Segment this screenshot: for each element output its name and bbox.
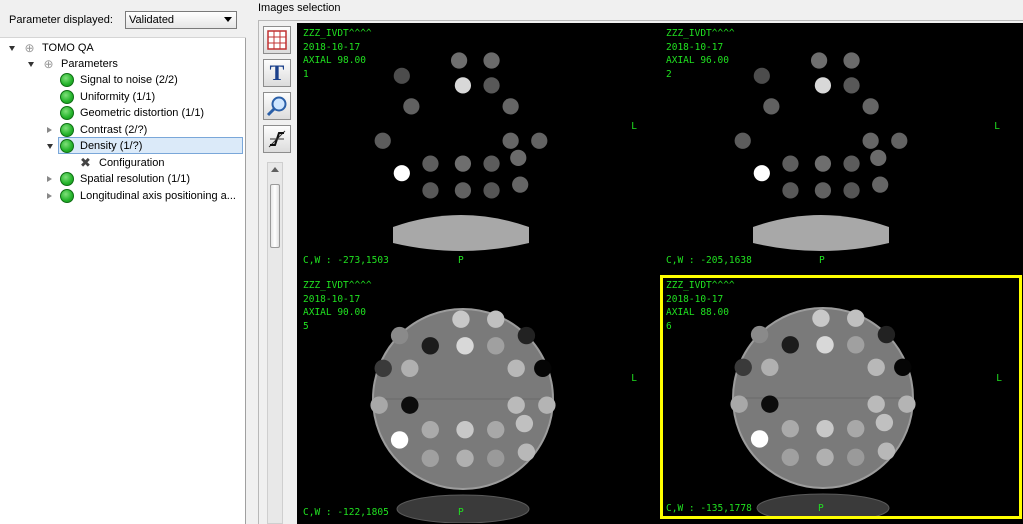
tree-item-label: Geometric distortion (1/1) [80, 107, 205, 119]
grid-icon [267, 30, 287, 50]
slice-position: AXIAL 96.00 [666, 55, 729, 66]
node-icon: ⊕ [24, 40, 35, 55]
zoom-button[interactable] [263, 92, 291, 120]
images-selection-title: Images selection [258, 2, 341, 14]
slice-position: AXIAL 88.00 [666, 307, 729, 318]
study-date: 2018-10-17 [666, 41, 724, 53]
toolbar-scrollbar[interactable] [267, 162, 283, 524]
tree-item-label: Density (1/?) [80, 139, 143, 152]
tile-info: ZZZ_IVDT^^^^ 2018-10-17 AXIAL 96.00 2 [666, 27, 735, 81]
status-ok-icon [60, 90, 74, 104]
magnifier-icon [266, 96, 287, 117]
image-tile-1[interactable]: ZZZ_IVDT^^^^ 2018-10-17 AXIAL 98.00 1 L … [297, 23, 657, 271]
window-level-button[interactable] [263, 125, 291, 153]
patient-name: ZZZ_IVDT^^^^ [303, 28, 372, 39]
orientation-bottom: P [458, 506, 464, 518]
tree-root-label: TOMO QA [42, 42, 94, 54]
status-ok-icon [60, 189, 74, 203]
study-date: 2018-10-17 [303, 41, 361, 53]
parameter-displayed-value: Validated [129, 14, 175, 26]
image-tile-2[interactable]: ZZZ_IVDT^^^^ 2018-10-17 AXIAL 96.00 2 L … [660, 23, 1020, 271]
center-width: C,W : -205,1638 [666, 254, 752, 266]
tree-item-label: Spatial resolution (1/1) [80, 173, 191, 185]
expand-closed-icon[interactable] [47, 127, 52, 133]
slice-position: AXIAL 98.00 [303, 55, 366, 66]
parameter-displayed-label: Parameter displayed: [9, 14, 113, 26]
orientation-right: L [996, 373, 1002, 384]
tree-item-label: Configuration [99, 157, 165, 169]
tree-parameters-label: Parameters [61, 58, 118, 70]
image-viewer-grid: ZZZ_IVDT^^^^ 2018-10-17 AXIAL 98.00 1 L … [297, 23, 1023, 524]
text-tool-icon: T [269, 60, 285, 85]
node-icon: ⊕ [43, 56, 54, 71]
patient-name: ZZZ_IVDT^^^^ [303, 280, 372, 291]
viewer-toolbar: T [259, 22, 295, 524]
patient-name: ZZZ_IVDT^^^^ [666, 28, 735, 39]
orientation-right: L [994, 121, 1000, 132]
slice-index: 2 [666, 68, 672, 80]
study-date: 2018-10-17 [666, 293, 724, 305]
tile-info: ZZZ_IVDT^^^^ 2018-10-17 AXIAL 90.00 5 [303, 279, 372, 333]
expand-closed-icon[interactable] [47, 176, 52, 182]
expand-closed-icon[interactable] [47, 193, 52, 199]
tree-item-spatial-resolution[interactable]: Spatial resolution (1/1) [47, 171, 190, 187]
status-ok-icon [60, 138, 74, 153]
image-tile-5[interactable]: ZZZ_IVDT^^^^ 2018-10-17 AXIAL 90.00 5 L … [297, 275, 657, 523]
left-panel: Parameter displayed: Validated ⊕ TOMO QA… [0, 0, 246, 524]
scroll-up-icon[interactable] [271, 167, 279, 172]
parameter-bar: Parameter displayed: Validated [0, 0, 246, 38]
slice-index: 6 [666, 320, 672, 332]
center-width: C,W : -273,1503 [303, 254, 389, 266]
chevron-down-icon[interactable] [224, 17, 232, 22]
tree-item-contrast[interactable]: Contrast (2/?) [47, 122, 147, 138]
tree-item-label: Uniformity (1/1) [80, 91, 156, 103]
status-ok-icon [60, 73, 74, 87]
orientation-bottom: P [818, 502, 824, 514]
expand-open-icon[interactable] [9, 46, 15, 51]
tools-icon: ✖ [80, 155, 91, 170]
study-date: 2018-10-17 [303, 293, 361, 305]
tree-parameters-row[interactable]: ⊕ Parameters [28, 56, 118, 72]
expand-open-icon[interactable] [47, 144, 53, 149]
orientation-right: L [631, 373, 637, 384]
grid-layout-button[interactable] [263, 26, 291, 54]
tree-item-label: Longitudinal axis positioning a... [80, 190, 236, 202]
tree-item-signal-to-noise[interactable]: Signal to noise (2/2) [60, 72, 178, 88]
tree-item-uniformity[interactable]: Uniformity (1/1) [60, 89, 155, 105]
tree-item-longitudinal-axis[interactable]: Longitudinal axis positioning a... [47, 188, 236, 204]
status-ok-icon [60, 123, 74, 137]
slice-index: 1 [303, 68, 309, 80]
parameter-displayed-select[interactable]: Validated [125, 11, 237, 29]
tree-item-label: Signal to noise (2/2) [80, 74, 178, 86]
app-window: Parameter displayed: Validated ⊕ TOMO QA… [0, 0, 1023, 524]
tree-item-label: Contrast (2/?) [80, 124, 148, 136]
slice-index: 5 [303, 320, 309, 332]
curve-icon [268, 130, 286, 148]
slice-position: AXIAL 90.00 [303, 307, 366, 318]
status-ok-icon [60, 172, 74, 186]
scrollbar-thumb[interactable] [270, 184, 280, 248]
tree-item-geometric-distortion[interactable]: Geometric distortion (1/1) [60, 105, 204, 121]
tile-info: ZZZ_IVDT^^^^ 2018-10-17 AXIAL 88.00 6 [666, 279, 735, 333]
expand-open-icon[interactable] [28, 62, 34, 67]
orientation-bottom: P [458, 254, 464, 266]
orientation-right: L [631, 121, 637, 132]
tree-item-density[interactable]: Density (1/?) [58, 137, 243, 154]
image-tile-6-selected[interactable]: ZZZ_IVDT^^^^ 2018-10-17 AXIAL 88.00 6 L … [660, 275, 1022, 519]
patient-name: ZZZ_IVDT^^^^ [666, 280, 735, 291]
tree-root-row[interactable]: ⊕ TOMO QA [9, 40, 94, 56]
center-width: C,W : -122,1805 [303, 506, 389, 518]
orientation-bottom: P [819, 254, 825, 266]
right-panel: Images selection T ZZZ_IVDT^^^^ 2018-10-… [248, 0, 1023, 524]
tile-info: ZZZ_IVDT^^^^ 2018-10-17 AXIAL 98.00 1 [303, 27, 372, 81]
center-width: C,W : -135,1778 [666, 502, 752, 514]
status-ok-icon [60, 106, 74, 120]
tree-item-configuration[interactable]: ✖ Configuration [80, 155, 164, 171]
text-annotation-button[interactable]: T [263, 59, 291, 87]
